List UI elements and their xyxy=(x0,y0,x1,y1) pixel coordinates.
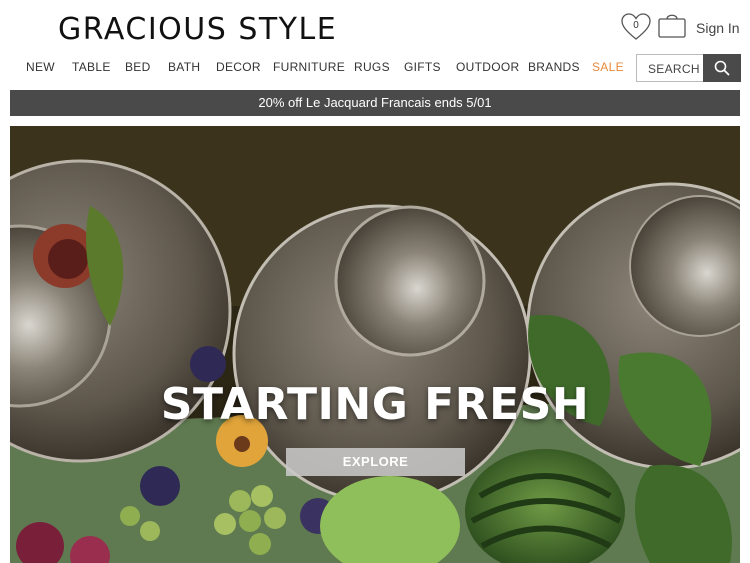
search-button[interactable] xyxy=(703,54,741,82)
nav-item-rugs[interactable]: RUGS xyxy=(354,58,390,76)
nav-item-bath[interactable]: BATH xyxy=(168,58,200,76)
nav-item-furniture[interactable]: FURNITURE xyxy=(273,58,345,76)
promo-banner[interactable]: 20% off Le Jacquard Francais ends 5/01 xyxy=(10,90,740,116)
sign-in-link[interactable]: Sign In xyxy=(696,20,740,36)
hero-title: STARTING FRESH xyxy=(160,379,590,430)
nav-item-outdoor[interactable]: OUTDOOR xyxy=(456,58,519,76)
nav-item-new[interactable]: NEW xyxy=(26,58,55,76)
hero-banner[interactable]: STARTING FRESH EXPLORE xyxy=(10,126,740,563)
search-icon xyxy=(714,60,730,76)
explore-button[interactable]: EXPLORE xyxy=(286,448,465,476)
cart-button[interactable] xyxy=(656,10,688,40)
nav-item-gifts[interactable]: GIFTS xyxy=(404,58,441,76)
hero-image xyxy=(10,126,740,563)
nav-item-bed[interactable]: BED xyxy=(125,58,151,76)
site-logo[interactable]: GRACIOUS STYLE xyxy=(58,10,358,50)
nav-item-brands[interactable]: BRANDS xyxy=(528,58,580,76)
shopping-bag-icon xyxy=(658,14,686,38)
search-input[interactable]: SEARCH xyxy=(636,54,741,82)
main-nav: NEW TABLE BED BATH DECOR FURNITURE RUGS … xyxy=(0,58,630,76)
nav-item-sale[interactable]: SALE xyxy=(592,58,624,76)
search-placeholder: SEARCH xyxy=(648,62,700,76)
wishlist-button[interactable]: 0 xyxy=(620,12,652,42)
wishlist-count: 0 xyxy=(633,20,639,31)
nav-item-table[interactable]: TABLE xyxy=(72,58,111,76)
nav-item-decor[interactable]: DECOR xyxy=(216,58,261,76)
